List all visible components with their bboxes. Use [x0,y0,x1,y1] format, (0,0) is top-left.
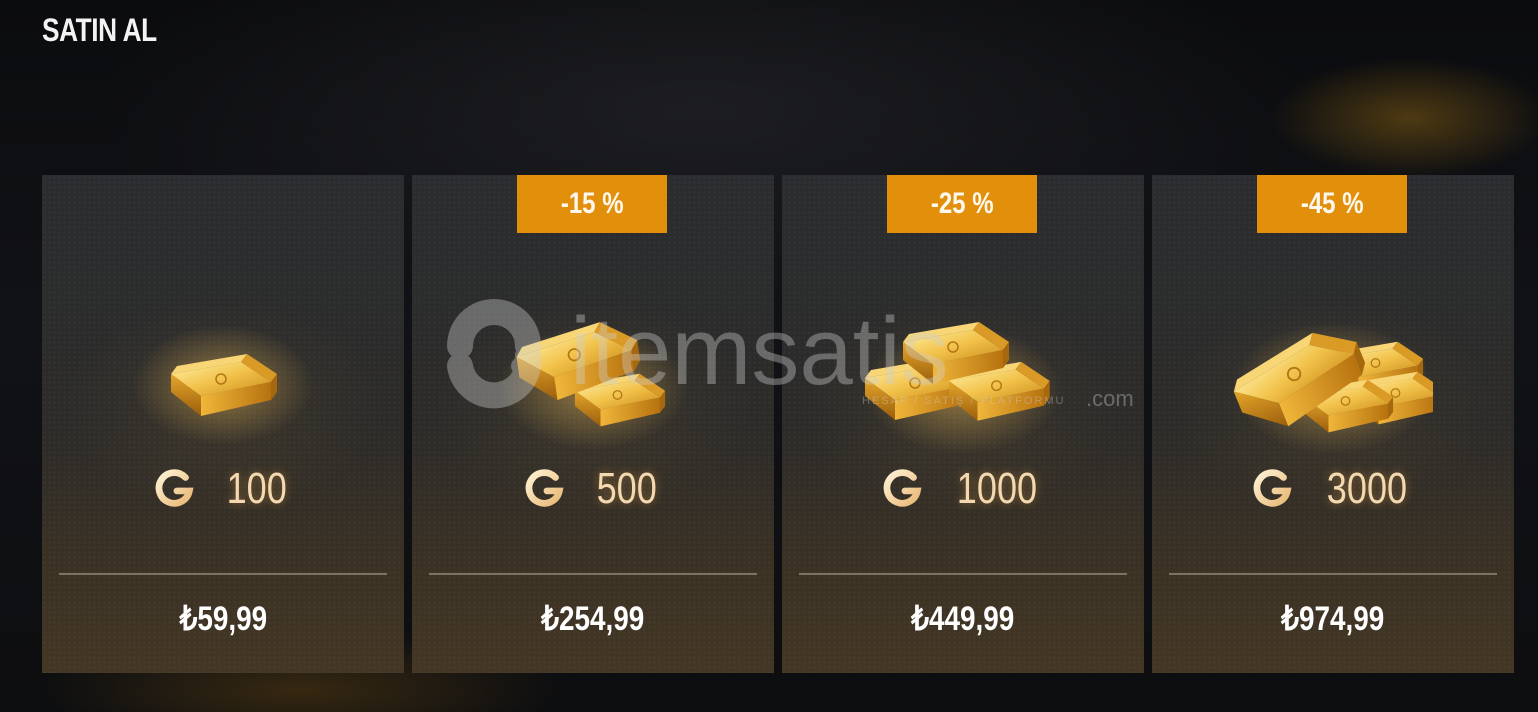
gold-amount: 500 [596,464,658,513]
price-label: ₺449,99 [911,600,1015,638]
price-button[interactable]: ₺449,99 [782,599,1144,639]
price-label: ₺974,99 [1281,600,1385,638]
discount-badge: -25 % [887,175,1037,233]
card-divider [799,573,1127,575]
gold-bar-single-icon [133,325,313,445]
gold-amount-row: 500 [412,463,774,515]
discount-label: -15 % [560,187,624,220]
discount-badge: -45 % [1257,175,1407,233]
price-button[interactable]: ₺59,99 [42,599,404,639]
gold-pack-card-3000[interactable]: -45 % 3000 ₺974,99 [1152,175,1514,673]
price-label: ₺59,99 [179,600,267,638]
gold-pack-card-500[interactable]: -15 % 500 ₺254,99 [412,175,774,673]
price-button[interactable]: ₺254,99 [412,599,774,639]
gold-amount-row: 3000 [1152,463,1514,515]
gold-amount: 100 [226,464,288,513]
gold-bars-two-icon [498,316,688,450]
gold-amount: 1000 [956,464,1038,513]
price-label: ₺254,99 [541,600,645,638]
price-button[interactable]: ₺974,99 [1152,599,1514,639]
g-coin-icon [152,466,198,512]
discount-label: -25 % [930,187,994,220]
discount-badge: -15 % [517,175,667,233]
g-coin-icon [522,466,568,512]
gold-pack-list: 100 ₺59,99 -15 % 500 ₺254,99 -25 % 1000 [42,175,1514,673]
card-divider [1169,573,1497,575]
card-divider [429,573,757,575]
discount-label: -45 % [1300,187,1364,220]
g-coin-icon [1250,466,1296,512]
gold-amount: 3000 [1326,464,1408,513]
page-title: SATIN AL [42,12,157,48]
card-divider [59,573,387,575]
gold-pack-card-100[interactable]: 100 ₺59,99 [42,175,404,673]
gold-pack-card-1000[interactable]: -25 % 1000 ₺449,99 [782,175,1144,673]
gold-bars-stack-icon [864,321,1061,454]
gold-amount-row: 100 [42,463,404,515]
g-coin-icon [880,466,926,512]
gold-amount-row: 1000 [782,463,1144,515]
gold-bars-pile-icon [1233,317,1433,454]
